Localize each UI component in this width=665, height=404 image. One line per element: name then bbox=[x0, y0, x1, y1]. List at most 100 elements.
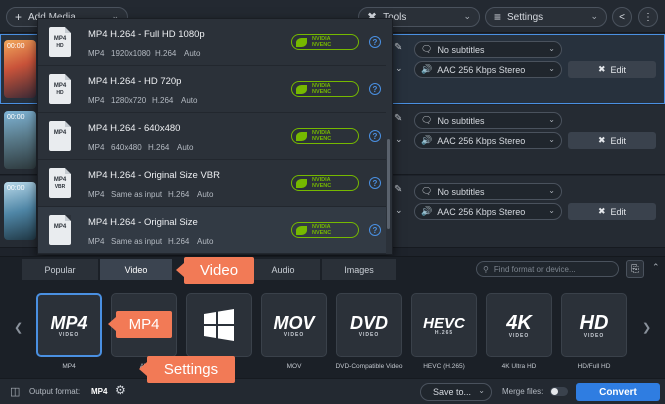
more-button[interactable]: ⋮ bbox=[638, 7, 658, 27]
file-icon: MP4 HD bbox=[49, 27, 71, 57]
format-hd[interactable]: HD VIDEO bbox=[561, 293, 627, 357]
preset-container: MP4 bbox=[88, 190, 105, 199]
pen-icon[interactable]: ✎ bbox=[394, 113, 402, 124]
video-thumbnail[interactable]: 00:00 bbox=[4, 111, 36, 169]
format-label: 4K Ultra HD bbox=[501, 363, 537, 370]
subtitles-value: No subtitles bbox=[437, 186, 485, 197]
nvenc-line2: NVENC bbox=[312, 230, 332, 236]
format-dvd[interactable]: DVD VIDEO bbox=[336, 293, 402, 357]
preset-item[interactable]: MP4 MP4 H.264 - Original Size MP4 Same a… bbox=[38, 207, 386, 254]
file-icon-label: MP4 bbox=[53, 83, 67, 89]
convert-label: Convert bbox=[599, 386, 637, 398]
tab-audio[interactable]: Audio bbox=[246, 259, 320, 280]
edit-button[interactable]: ✖ Edit bbox=[568, 203, 656, 220]
convert-button[interactable]: Convert bbox=[576, 383, 660, 401]
help-icon[interactable]: ? bbox=[369, 177, 381, 189]
nvidia-nvenc-badge: NVIDIA NVENC bbox=[291, 175, 359, 191]
help-icon[interactable]: ? bbox=[369, 130, 381, 142]
chevron-down-icon[interactable]: ⌄ bbox=[395, 63, 403, 74]
speaker-icon: 🔊 bbox=[421, 135, 433, 145]
file-icon: MP4 VBR bbox=[49, 168, 71, 198]
audio-select[interactable]: 🔊 AAC 256 Kbps Stereo ⌄ bbox=[414, 61, 562, 78]
nvidia-eye-icon bbox=[296, 84, 307, 94]
tab-label: Video bbox=[124, 264, 148, 275]
pen-icon[interactable]: ✎ bbox=[394, 184, 402, 195]
subtitles-select[interactable]: 🗨 No subtitles ⌄ bbox=[414, 41, 562, 58]
chevron-down-icon[interactable]: ⌄ bbox=[395, 134, 403, 145]
device-icon: ⎘ bbox=[631, 263, 639, 275]
format-logo: MP4 bbox=[50, 312, 88, 333]
preset-item[interactable]: MP4 HD MP4 H.264 - Full HD 1080p MP4 1920… bbox=[38, 19, 386, 66]
speaker-icon: 🔊 bbox=[421, 206, 433, 216]
nvenc-line2: NVENC bbox=[312, 42, 332, 48]
help-icon[interactable]: ? bbox=[369, 83, 381, 95]
format-label: HD/Full HD bbox=[577, 363, 611, 370]
edit-label: Edit bbox=[610, 206, 627, 217]
help-icon[interactable]: ? bbox=[369, 36, 381, 48]
share-button[interactable]: < bbox=[612, 7, 632, 27]
windows-logo-icon bbox=[204, 309, 234, 341]
settings-button[interactable]: ≡ Settings ⌄ bbox=[485, 7, 607, 27]
subtitles-select[interactable]: 🗨 No subtitles ⌄ bbox=[414, 112, 562, 129]
file-icon-label: MP4 bbox=[53, 177, 67, 183]
audio-select[interactable]: 🔊 AAC 256 Kbps Stereo ⌄ bbox=[414, 203, 562, 220]
collapse-chevron-icon[interactable]: ⌃ bbox=[652, 262, 660, 273]
preset-resolution: 1280x720 bbox=[111, 96, 147, 105]
chevron-down-icon: ⌄ bbox=[548, 186, 555, 195]
format-mov[interactable]: MOV VIDEO bbox=[261, 293, 327, 357]
format-sub: VIDEO bbox=[508, 332, 530, 339]
video-thumbnail[interactable]: 00:00 bbox=[4, 40, 36, 98]
preset-bitrate: Auto bbox=[181, 96, 198, 105]
preset-title: MP4 H.264 - Full HD 1080p bbox=[88, 29, 205, 40]
device-detect-button[interactable]: ⎘ bbox=[626, 260, 644, 278]
scroll-right-icon[interactable]: ❯ bbox=[642, 321, 651, 334]
format-search-input[interactable]: ⚲ Find format or device... bbox=[476, 261, 619, 277]
preset-resolution: 1920x1080 bbox=[111, 49, 151, 58]
edit-button[interactable]: ✖ Edit bbox=[568, 132, 656, 149]
help-icon[interactable]: ? bbox=[369, 224, 381, 236]
more-icon: ⋮ bbox=[643, 11, 653, 23]
video-thumbnail[interactable]: 00:00 bbox=[4, 182, 36, 240]
format-mp4[interactable]: MP4 VIDEO bbox=[36, 293, 102, 357]
gear-icon[interactable]: ⚙ bbox=[115, 383, 126, 397]
save-to-label: Save to... bbox=[433, 387, 472, 397]
nvidia-eye-icon bbox=[296, 37, 307, 47]
preset-item[interactable]: MP4 MP4 H.264 - 640x480 MP4 640x480 H.26… bbox=[38, 113, 386, 160]
file-icon-label: MP4 bbox=[53, 224, 67, 230]
tab-label: Images bbox=[344, 264, 374, 275]
merge-files-toggle[interactable] bbox=[550, 387, 568, 396]
chevron-down-icon[interactable]: ⌄ bbox=[395, 205, 403, 216]
dropdown-scrollbar[interactable] bbox=[387, 139, 390, 229]
nvidia-nvenc-badge: NVIDIA NVENC bbox=[291, 222, 359, 238]
nvidia-eye-icon bbox=[296, 225, 307, 235]
nvidia-eye-icon bbox=[296, 178, 307, 188]
save-to-select[interactable]: Save to... ⌄ bbox=[420, 383, 492, 401]
tab-popular[interactable]: Popular bbox=[22, 259, 98, 280]
tab-images[interactable]: Images bbox=[322, 259, 396, 280]
chevron-down-icon: ⌄ bbox=[548, 135, 555, 144]
chevron-down-icon: ⌄ bbox=[548, 206, 555, 215]
audio-select[interactable]: 🔊 AAC 256 Kbps Stereo ⌄ bbox=[414, 132, 562, 149]
preset-item[interactable]: MP4 HD MP4 H.264 - HD 720p MP4 1280x720 H… bbox=[38, 66, 386, 113]
callout-settings: Settings bbox=[139, 356, 235, 383]
scroll-left-icon[interactable]: ❮ bbox=[14, 321, 23, 334]
format-wmv[interactable] bbox=[186, 293, 252, 357]
file-icon: MP4 bbox=[49, 121, 71, 151]
format-hevc[interactable]: HEVC H.265 bbox=[411, 293, 477, 357]
preset-item[interactable]: MP4 VBR MP4 H.264 - Original Size VBR MP4… bbox=[38, 160, 386, 207]
format-logo: 4K bbox=[506, 311, 532, 334]
audio-value: AAC 256 Kbps Stereo bbox=[437, 64, 526, 75]
output-format-value: MP4 bbox=[91, 387, 108, 396]
subtitles-select[interactable]: 🗨 No subtitles ⌄ bbox=[414, 183, 562, 200]
format-logo: HD bbox=[579, 311, 609, 334]
duration-label: 00:00 bbox=[7, 43, 25, 50]
edit-label: Edit bbox=[610, 135, 627, 146]
speech-bubble-icon: 🗨 bbox=[421, 115, 433, 125]
edit-button[interactable]: ✖ Edit bbox=[568, 61, 656, 78]
chevron-down-icon: ⌄ bbox=[548, 64, 555, 73]
pen-icon[interactable]: ✎ bbox=[394, 42, 402, 53]
format-panel: Popular Video Audio Images ⚲ Find format… bbox=[0, 256, 665, 378]
format-logo: DVD bbox=[349, 312, 388, 333]
format-4k[interactable]: 4K VIDEO bbox=[486, 293, 552, 357]
tab-video[interactable]: Video bbox=[100, 259, 172, 280]
